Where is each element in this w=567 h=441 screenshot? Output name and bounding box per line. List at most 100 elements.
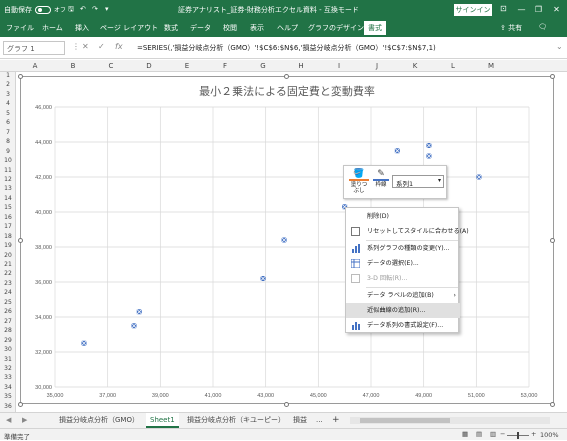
y-axis-labels[interactable]: 30,000 32,000 34,000 36,000 38,000 40,000 42,0…: [35, 105, 52, 391]
row-header[interactable]: 31: [0, 356, 16, 363]
zoom-slider[interactable]: [507, 432, 529, 439]
sheet-tab-profit[interactable]: 損益: [289, 413, 311, 428]
ribbon-display-icon[interactable]: ⊡: [500, 4, 507, 13]
tab-home[interactable]: ホーム: [42, 23, 63, 33]
row-header[interactable]: 15: [0, 204, 16, 211]
resize-handle[interactable]: [550, 74, 555, 79]
menu-item-add-data-labels[interactable]: データ ラベルの追加(B) ›: [346, 288, 460, 303]
row-header[interactable]: 11: [0, 167, 16, 174]
redo-icon[interactable]: ↷: [92, 5, 98, 13]
zoom-slider-thumb[interactable]: [517, 432, 519, 439]
row-header[interactable]: 10: [0, 157, 16, 164]
page-layout-view-icon[interactable]: ▤: [476, 430, 482, 438]
expand-formula-icon[interactable]: ⌄: [556, 42, 563, 51]
column-header[interactable]: H: [282, 62, 320, 70]
menu-item-change-chart-type[interactable]: 系列グラフの種類の変更(Y)...: [346, 241, 460, 256]
tab-page-layout[interactable]: ページ レイアウト: [100, 23, 158, 33]
data-point[interactable]: [81, 340, 87, 347]
sheet-tab-sheet1[interactable]: Sheet1: [146, 413, 179, 428]
row-header[interactable]: 25: [0, 299, 16, 306]
row-header[interactable]: 2: [0, 81, 16, 88]
normal-view-icon[interactable]: ▦: [462, 430, 468, 438]
menu-item-select-data[interactable]: データの選択(E)...: [346, 256, 460, 271]
x-axis-labels[interactable]: 35,000 37,000 39,000 41,000 43,000 45,000 47,0…: [47, 393, 538, 399]
zoom-out-button[interactable]: −: [500, 430, 505, 438]
customize-toolbar-icon[interactable]: ▾: [105, 5, 109, 13]
column-header[interactable]: A: [16, 62, 54, 70]
data-point[interactable]: [476, 174, 482, 180]
row-header[interactable]: 7: [0, 129, 16, 136]
row-header[interactable]: 16: [0, 214, 16, 221]
outline-button[interactable]: ✎ 枠線: [373, 169, 389, 188]
data-point[interactable]: [426, 142, 432, 149]
data-point[interactable]: [131, 322, 137, 329]
row-header[interactable]: 19: [0, 242, 16, 249]
horizontal-scrollbar[interactable]: [350, 417, 550, 424]
tab-help[interactable]: ヘルプ: [277, 23, 298, 33]
save-icon[interactable]: 🖫: [68, 5, 74, 16]
comments-icon[interactable]: 🗨: [538, 23, 547, 31]
page-break-view-icon[interactable]: ▥: [490, 430, 496, 438]
tab-insert[interactable]: 挿入: [75, 23, 89, 33]
row-header[interactable]: 13: [0, 185, 16, 192]
zoom-level[interactable]: 100%: [540, 431, 559, 439]
column-header[interactable]: G: [244, 62, 282, 70]
chart-area[interactable]: 最小２乗法による固定費と変動費率 30,000 32,000 34,000 36,00…: [20, 76, 554, 404]
data-point[interactable]: [394, 147, 401, 154]
menu-item-reset-style[interactable]: リセットしてスタイルに合わせる(A): [346, 224, 469, 239]
resize-handle[interactable]: [18, 74, 23, 79]
menu-item-format-data-series[interactable]: データ系列の書式設定(F)...: [346, 318, 460, 333]
column-header[interactable]: D: [130, 62, 168, 70]
resize-handle[interactable]: [18, 238, 23, 243]
sheet-tab-gmo[interactable]: 損益分岐点分析（GMO）: [55, 413, 143, 428]
row-header[interactable]: 20: [0, 252, 16, 259]
column-header[interactable]: I: [320, 62, 358, 70]
scroll-right-icon[interactable]: ▶: [22, 416, 27, 424]
row-header[interactable]: 29: [0, 337, 16, 344]
tab-review[interactable]: 校閲: [223, 23, 237, 33]
menu-item-add-trendline[interactable]: 近似曲線の追加(R)...: [346, 303, 460, 318]
column-header[interactable]: E: [168, 62, 206, 70]
chart-title[interactable]: 最小２乗法による固定費と変動費率: [199, 84, 375, 98]
add-sheet-button[interactable]: +: [328, 413, 344, 428]
tab-data[interactable]: データ: [190, 23, 211, 33]
tab-formulas[interactable]: 数式: [164, 23, 178, 33]
scroll-left-icon[interactable]: ◀: [6, 416, 11, 424]
data-point[interactable]: [281, 237, 287, 243]
column-header[interactable]: K: [396, 62, 434, 70]
enter-icon[interactable]: ✓: [98, 42, 105, 51]
zoom-in-button[interactable]: +: [531, 430, 536, 438]
row-header[interactable]: 3: [0, 91, 16, 98]
tab-view[interactable]: 表示: [250, 23, 264, 33]
sheet-tab-kewpie[interactable]: 損益分岐点分析（キユーピー）: [183, 413, 289, 428]
row-header[interactable]: 34: [0, 384, 16, 391]
restore-button[interactable]: ❐: [532, 3, 545, 16]
cancel-icon[interactable]: ✕: [82, 42, 89, 51]
row-header[interactable]: 8: [0, 138, 16, 145]
row-header[interactable]: 18: [0, 233, 16, 240]
column-header[interactable]: L: [434, 62, 472, 70]
row-header[interactable]: 28: [0, 327, 16, 334]
row-header[interactable]: 4: [0, 100, 16, 107]
formula-input[interactable]: =SERIES(,'損益分岐点分析（GMO）'!$C$6:$N$6,'損益分岐点…: [134, 41, 554, 55]
row-header[interactable]: 21: [0, 261, 16, 268]
tab-file[interactable]: ファイル: [6, 23, 34, 33]
row-header[interactable]: 5: [0, 110, 16, 117]
undo-icon[interactable]: ↶: [80, 5, 86, 13]
resize-handle[interactable]: [550, 238, 555, 243]
name-box[interactable]: グラフ 1: [3, 41, 65, 55]
row-header[interactable]: 6: [0, 119, 16, 126]
resize-handle[interactable]: [284, 402, 289, 407]
resize-handle[interactable]: [550, 402, 555, 407]
column-header[interactable]: F: [206, 62, 244, 70]
column-header[interactable]: J: [358, 62, 396, 70]
row-header[interactable]: 32: [0, 365, 16, 372]
autosave-toggle[interactable]: [35, 6, 51, 14]
tab-format[interactable]: 書式: [364, 21, 386, 35]
tab-chart-design[interactable]: グラフのデザイン: [308, 23, 364, 33]
insert-function-icon[interactable]: fx: [115, 42, 123, 51]
row-header[interactable]: 26: [0, 308, 16, 315]
scatter-chart[interactable]: 最小２乗法による固定費と変動費率 30,000 32,000 34,000 36,00…: [21, 77, 553, 403]
data-point[interactable]: [260, 275, 266, 282]
more-sheets-button[interactable]: ...: [312, 413, 327, 428]
